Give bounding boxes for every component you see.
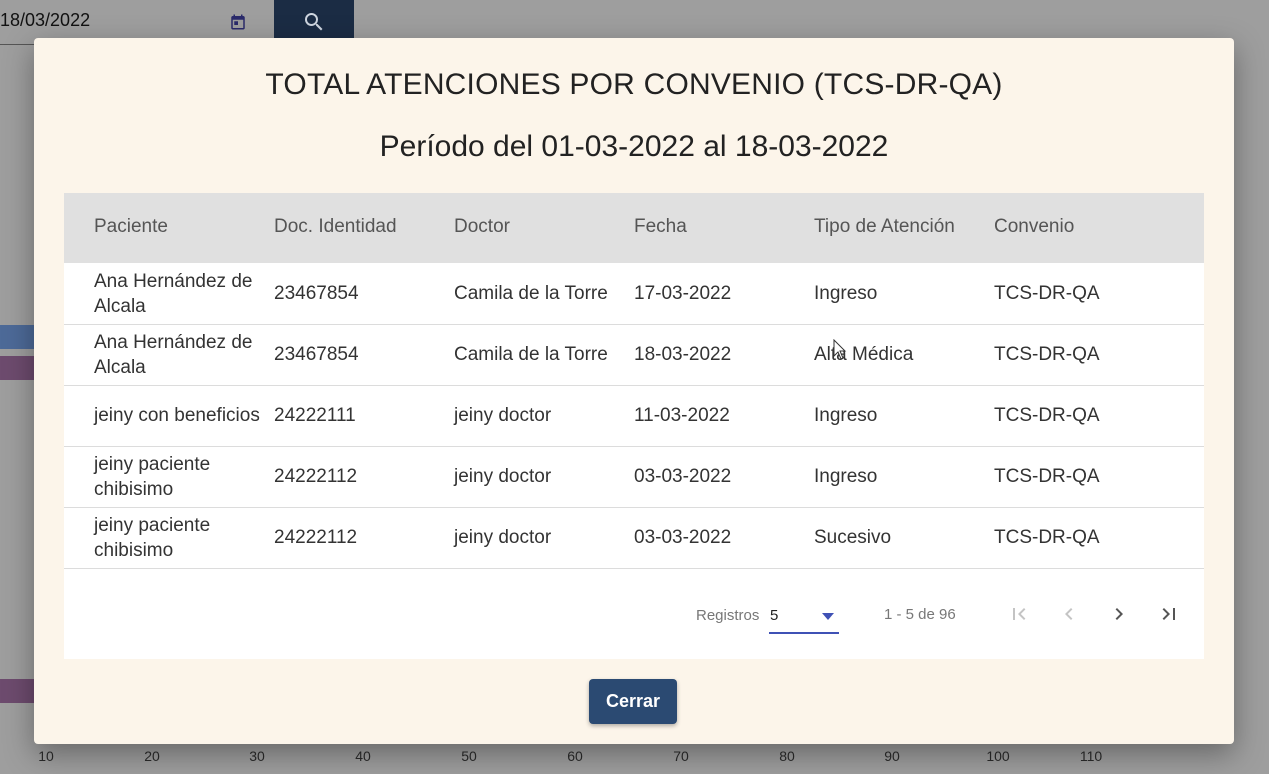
axis-tick-label: 80 xyxy=(779,748,795,764)
calendar-icon[interactable] xyxy=(229,13,247,31)
cell-convenio: TCS-DR-QA xyxy=(994,283,1100,304)
axis-tick-label: 100 xyxy=(986,748,1010,764)
axis-tick-label: 110 xyxy=(1079,748,1103,764)
table-row[interactable]: jeiny paciente chibisimo 24222112 jeiny … xyxy=(64,507,1204,569)
axis-tick-label: 90 xyxy=(884,748,900,764)
table-row[interactable]: jeiny paciente chibisimo 24222112 jeiny … xyxy=(64,446,1204,508)
cell-fecha: 03-03-2022 xyxy=(634,527,732,548)
table-row[interactable]: jeiny con beneficios 24222111 jeiny doct… xyxy=(64,385,1204,447)
column-header-convenio[interactable]: Convenio xyxy=(994,216,1169,238)
cell-doctor: Camila de la Torre xyxy=(454,344,608,365)
cell-fecha: 03-03-2022 xyxy=(634,466,732,487)
page-size-value: 5 xyxy=(770,607,779,624)
cell-paciente: Ana Hernández de Alcala xyxy=(94,331,253,378)
cell-tipo-atencion: Sucesivo xyxy=(814,527,892,548)
page-size-select[interactable]: 5 xyxy=(769,600,839,634)
cell-doctor: jeiny doctor xyxy=(454,466,552,487)
first-page-button[interactable] xyxy=(999,594,1039,634)
cell-doc-identidad: 23467854 xyxy=(274,344,359,365)
cell-fecha: 11-03-2022 xyxy=(634,405,730,426)
chevron-down-icon xyxy=(822,613,834,620)
paginator: Registros 5 1 - 5 de 96 xyxy=(64,570,1204,659)
cell-tipo-atencion: Ingreso xyxy=(814,283,878,304)
axis-tick-label: 60 xyxy=(567,748,583,764)
cell-fecha: 17-03-2022 xyxy=(634,283,732,304)
cell-doctor: jeiny doctor xyxy=(454,405,552,426)
cell-doc-identidad: 23467854 xyxy=(274,283,359,304)
last-page-button[interactable] xyxy=(1149,594,1189,634)
background-chart-axis: 10 20 30 40 50 60 70 80 90 100 110 xyxy=(0,746,1269,774)
background-chart-bar xyxy=(0,356,34,380)
axis-tick-label: 50 xyxy=(461,748,477,764)
cell-paciente: jeiny paciente chibisimo xyxy=(94,453,211,500)
cell-doc-identidad: 24222111 xyxy=(274,405,356,426)
background-chart-bar xyxy=(0,325,34,349)
cell-paciente: jeiny paciente chibisimo xyxy=(94,514,211,561)
table-row[interactable]: Ana Hernández de Alcala 23467854 Camila … xyxy=(64,324,1204,386)
attentions-table: Paciente Doc. Identidad Doctor Fecha Tip… xyxy=(64,193,1204,659)
axis-tick-label: 20 xyxy=(144,748,160,764)
first-page-icon xyxy=(1013,608,1026,620)
dialog-title: TOTAL ATENCIONES POR CONVENIO (TCS-DR-QA… xyxy=(265,68,1003,101)
cell-doctor: Camila de la Torre xyxy=(454,283,608,304)
report-dialog: TOTAL ATENCIONES POR CONVENIO (TCS-DR-QA… xyxy=(34,38,1234,744)
column-header-doctor[interactable]: Doctor xyxy=(454,216,629,238)
column-header-paciente[interactable]: Paciente xyxy=(94,216,272,238)
cell-convenio: TCS-DR-QA xyxy=(994,344,1100,365)
cell-tipo-atencion: Ingreso xyxy=(814,405,878,426)
date-field-value: 18/03/2022 xyxy=(0,10,91,30)
page-size-label: Registros xyxy=(696,607,760,624)
search-icon xyxy=(305,13,323,31)
table-row[interactable]: Ana Hernández de Alcala 23467854 Camila … xyxy=(64,263,1204,325)
axis-tick-label: 40 xyxy=(355,748,371,764)
cell-doctor: jeiny doctor xyxy=(454,527,552,548)
column-header-tipo-atencion[interactable]: Tipo de Atención xyxy=(814,216,989,238)
last-page-icon xyxy=(1162,608,1175,620)
axis-tick-label: 30 xyxy=(249,748,265,764)
cell-fecha: 18-03-2022 xyxy=(634,344,732,365)
dialog-subtitle: Período del 01-03-2022 al 18-03-2022 xyxy=(379,130,889,163)
previous-page-icon xyxy=(1065,608,1073,620)
cell-paciente: Ana Hernández de Alcala xyxy=(94,270,253,317)
close-button[interactable]: Cerrar xyxy=(589,679,677,724)
cell-doc-identidad: 24222112 xyxy=(274,527,358,548)
cell-convenio: TCS-DR-QA xyxy=(994,527,1100,548)
next-page-button[interactable] xyxy=(1099,594,1139,634)
axis-tick-label: 10 xyxy=(38,748,54,764)
cell-convenio: TCS-DR-QA xyxy=(994,466,1100,487)
column-header-fecha[interactable]: Fecha xyxy=(634,216,809,238)
page-range-label: 1 - 5 de 96 xyxy=(884,606,956,623)
cell-convenio: TCS-DR-QA xyxy=(994,405,1100,426)
axis-tick-label: 70 xyxy=(673,748,689,764)
cell-doc-identidad: 24222112 xyxy=(274,466,358,487)
cell-tipo-atencion: Alta Médica xyxy=(814,344,914,365)
table-header: Paciente Doc. Identidad Doctor Fecha Tip… xyxy=(64,193,1204,263)
cell-paciente: jeiny con beneficios xyxy=(94,405,260,426)
previous-page-button[interactable] xyxy=(1049,594,1089,634)
column-header-doc-identidad[interactable]: Doc. Identidad xyxy=(274,216,449,238)
background-chart-bar xyxy=(0,679,34,703)
next-page-icon xyxy=(1115,608,1123,620)
cell-tipo-atencion: Ingreso xyxy=(814,466,878,487)
